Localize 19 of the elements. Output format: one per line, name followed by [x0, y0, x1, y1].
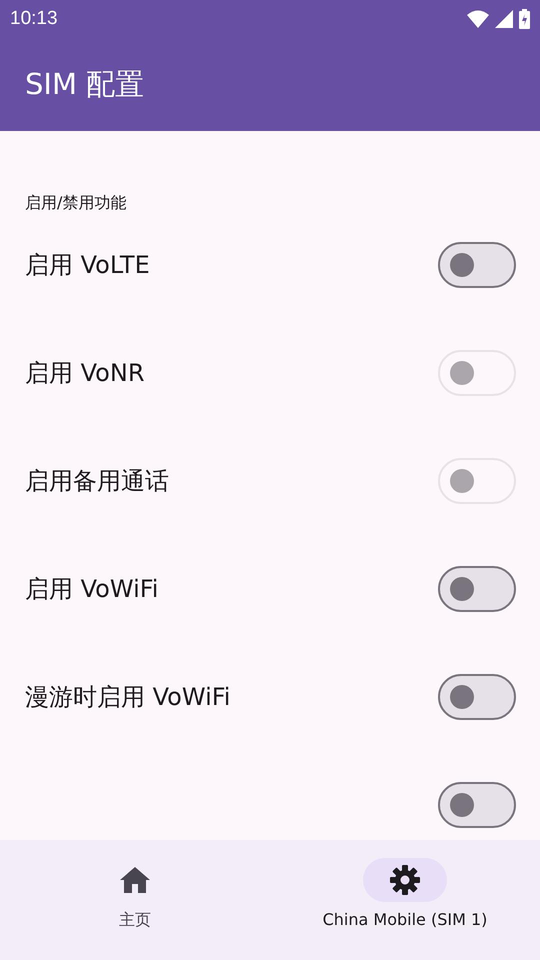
- setting-label: 启用 VoNR: [25, 358, 144, 389]
- section-header: 启用/禁用功能: [24, 192, 126, 214]
- toggle-switch[interactable]: [438, 782, 516, 828]
- toggle-switch[interactable]: [438, 674, 516, 720]
- status-time: 10:13: [10, 8, 58, 30]
- setting-label: 漫游时启用 VoWiFi: [25, 682, 230, 713]
- home-icon: [120, 867, 150, 893]
- signal-icon: [495, 10, 513, 28]
- setting-label: 启用 VoLTE: [25, 250, 150, 281]
- toggle-switch[interactable]: [438, 566, 516, 612]
- setting-label: 启用 VoWiFi: [25, 574, 158, 605]
- settings-icon: [390, 865, 420, 895]
- battery-icon: [519, 9, 530, 29]
- screen-title: SIM 配置: [25, 66, 144, 102]
- wifi-icon: [467, 10, 489, 28]
- nav-tab[interactable]: 主页: [0, 840, 270, 960]
- toggle-switch[interactable]: [438, 242, 516, 288]
- setting-label: 启用备用通话: [25, 466, 169, 497]
- nav-tab[interactable]: China Mobile (SIM 1): [270, 840, 540, 960]
